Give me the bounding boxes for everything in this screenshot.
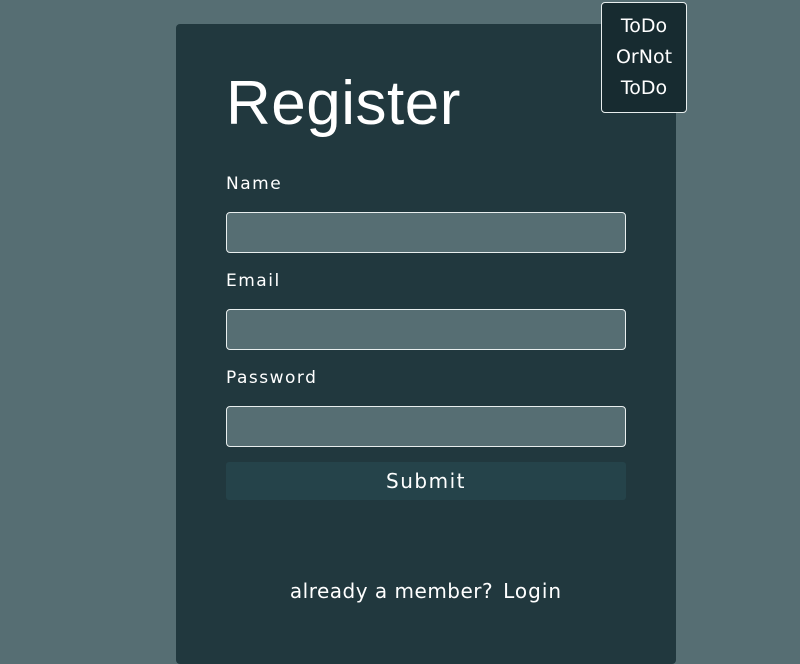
- member-prompt-text: already a member?: [289, 579, 494, 603]
- nav-item-ornot[interactable]: OrNot: [616, 48, 672, 67]
- login-prompt: already a member? Login: [176, 579, 676, 603]
- login-link[interactable]: Login: [503, 579, 562, 603]
- nav-item-todo-2[interactable]: ToDo: [621, 79, 667, 98]
- password-label: Password: [226, 368, 318, 388]
- email-label: Email: [226, 271, 281, 291]
- submit-button[interactable]: Submit: [226, 462, 626, 500]
- name-label: Name: [226, 174, 283, 194]
- nav-item-todo[interactable]: ToDo: [621, 17, 667, 36]
- register-card: Register Name Email Password Submit alre…: [176, 24, 676, 664]
- email-input[interactable]: [226, 309, 626, 350]
- page-title: Register: [226, 69, 461, 138]
- nav-menu: ToDo OrNot ToDo: [601, 2, 687, 113]
- password-input[interactable]: [226, 406, 626, 447]
- name-input[interactable]: [226, 212, 626, 253]
